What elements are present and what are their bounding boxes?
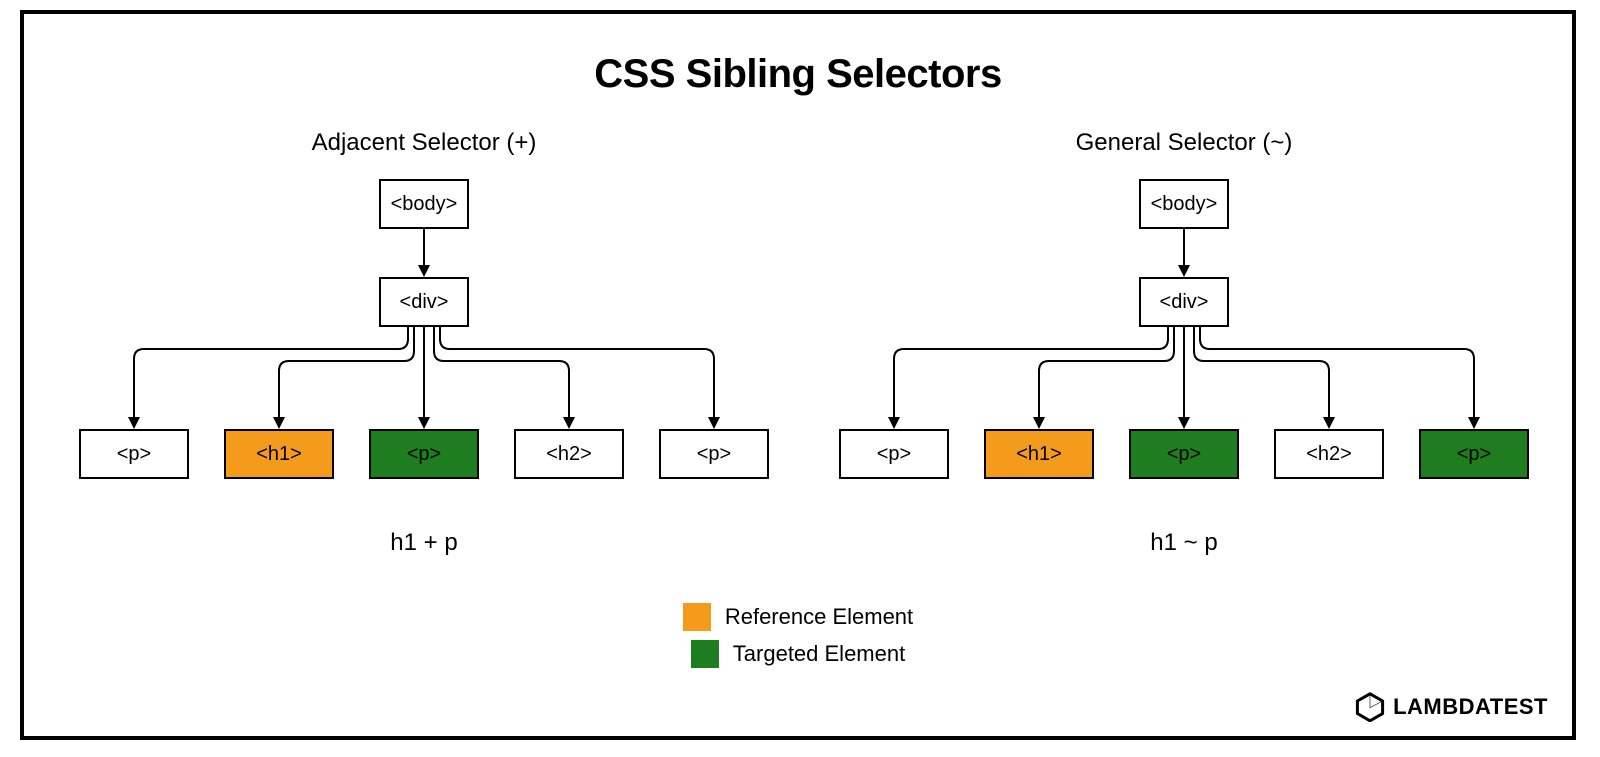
node-div: <div> bbox=[379, 277, 469, 327]
leaf-h2: <h2> bbox=[514, 429, 624, 479]
leaf-p-0: <p> bbox=[79, 429, 189, 479]
legend-label-targeted: Targeted Element bbox=[733, 641, 905, 667]
legend-label-reference: Reference Element bbox=[725, 604, 913, 630]
leaf-p-0: <p> bbox=[839, 429, 949, 479]
tree-adjacent: Adjacent Selector (+) <body> <div> <p> bbox=[64, 129, 784, 599]
selector-expression-general: h1 ~ p bbox=[824, 529, 1544, 557]
legend-row-targeted: Targeted Element bbox=[691, 640, 905, 668]
brand-logo: LAMBDATEST bbox=[1355, 692, 1548, 722]
leaf-p-targeted-2: <p> bbox=[1419, 429, 1529, 479]
leaf-h1-reference: <h1> bbox=[224, 429, 334, 479]
diagram-title: CSS Sibling Selectors bbox=[24, 52, 1572, 97]
leaf-p-4: <p> bbox=[659, 429, 769, 479]
swatch-targeted bbox=[691, 640, 719, 668]
legend: Reference Element Targeted Element bbox=[24, 599, 1572, 673]
node-div: <div> bbox=[1139, 277, 1229, 327]
leaf-h1-reference: <h1> bbox=[984, 429, 1094, 479]
diagram-frame: CSS Sibling Selectors Adjacent Selector … bbox=[20, 10, 1576, 740]
selector-expression-adjacent: h1 + p bbox=[64, 529, 784, 557]
node-body: <body> bbox=[379, 179, 469, 229]
leaf-h2: <h2> bbox=[1274, 429, 1384, 479]
tree-general: General Selector (~) <body> <div> <p> <h… bbox=[824, 129, 1544, 599]
leaf-p-targeted: <p> bbox=[369, 429, 479, 479]
lambdatest-icon bbox=[1355, 692, 1385, 722]
node-body: <body> bbox=[1139, 179, 1229, 229]
brand-text: LAMBDATEST bbox=[1393, 694, 1548, 720]
swatch-reference bbox=[683, 603, 711, 631]
leaf-p-targeted-1: <p> bbox=[1129, 429, 1239, 479]
legend-row-reference: Reference Element bbox=[683, 603, 913, 631]
